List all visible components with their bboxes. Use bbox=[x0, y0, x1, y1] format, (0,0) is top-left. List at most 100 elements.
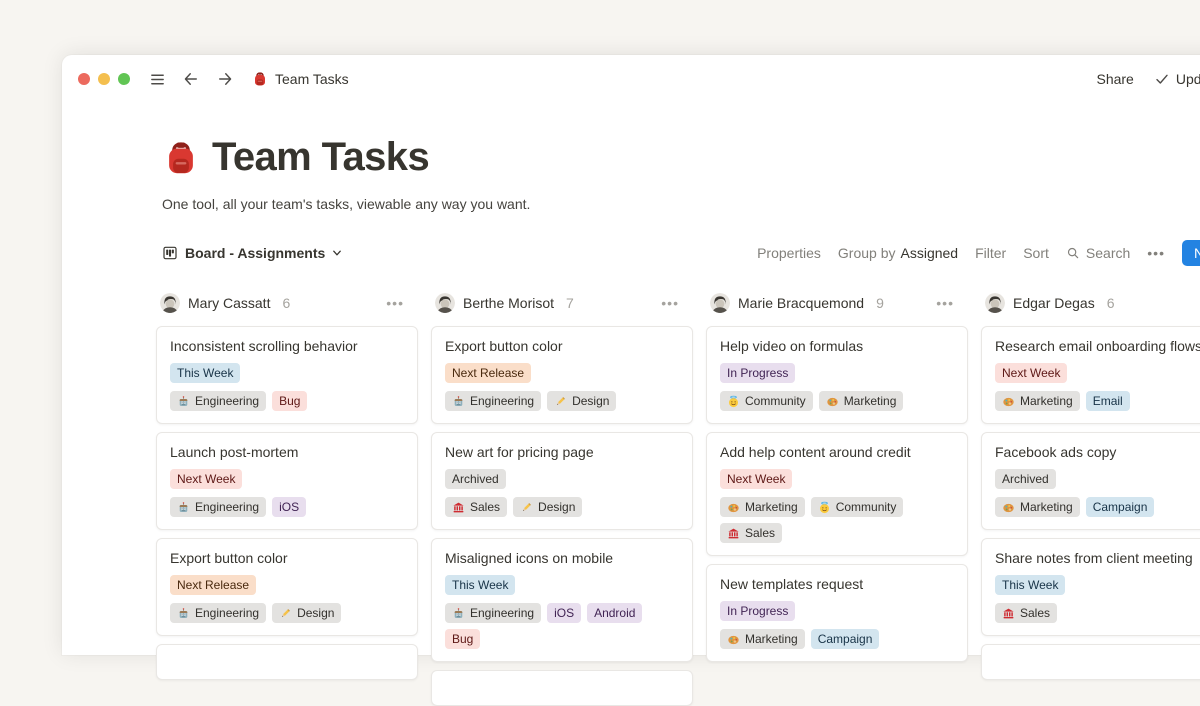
card-title: Share notes from client meeting bbox=[995, 549, 1200, 567]
updates-label: Updates bbox=[1176, 71, 1200, 87]
new-button[interactable]: New bbox=[1182, 240, 1200, 266]
tag-email: Email bbox=[1086, 391, 1130, 411]
robot-icon bbox=[452, 607, 465, 620]
search-button[interactable]: Search bbox=[1066, 245, 1130, 261]
page-header: Team Tasks bbox=[62, 103, 1200, 180]
search-label: Search bbox=[1086, 245, 1130, 261]
card[interactable]: Research email onboarding flowsNext Week… bbox=[981, 326, 1200, 424]
bank-icon bbox=[727, 527, 740, 540]
robot-icon bbox=[177, 607, 190, 620]
status-row: Next Week bbox=[720, 469, 954, 489]
board-column: Mary Cassatt 6 ••• Inconsistent scrollin… bbox=[156, 292, 418, 706]
column-more-button[interactable]: ••• bbox=[386, 295, 404, 311]
card[interactable]: Add help content around creditNext WeekM… bbox=[706, 432, 968, 556]
card-title: New art for pricing page bbox=[445, 443, 679, 461]
palette-icon bbox=[1002, 501, 1015, 514]
column-title: Mary Cassatt bbox=[188, 295, 270, 311]
page-icon backpack-icon[interactable] bbox=[162, 139, 200, 177]
group-by-button[interactable]: Group by Assigned bbox=[838, 245, 958, 261]
robot-icon bbox=[177, 395, 190, 408]
arrow-left-icon bbox=[182, 70, 200, 88]
card-partial[interactable] bbox=[431, 670, 693, 706]
zoom-window-button[interactable] bbox=[118, 73, 130, 85]
back-button[interactable] bbox=[180, 68, 202, 90]
check-icon bbox=[1154, 71, 1170, 87]
minimize-window-button[interactable] bbox=[98, 73, 110, 85]
card-partial[interactable] bbox=[156, 644, 418, 680]
sidebar-menu-button[interactable] bbox=[146, 68, 168, 90]
share-button[interactable]: Share bbox=[1096, 71, 1133, 87]
breadcrumb[interactable]: Team Tasks bbox=[252, 71, 349, 87]
tag-sales: Sales bbox=[445, 497, 507, 517]
status-row: Next Release bbox=[445, 363, 679, 383]
card[interactable]: Export button colorNext ReleaseEngineeri… bbox=[431, 326, 693, 424]
tags-row: MarketingCampaign bbox=[995, 497, 1200, 517]
card[interactable]: Help video on formulasIn ProgressCommuni… bbox=[706, 326, 968, 424]
tags-row: MarketingCampaign bbox=[720, 629, 954, 649]
app-window: Team Tasks Share Updates Team Tasks One … bbox=[62, 55, 1200, 655]
card-title: New templates request bbox=[720, 575, 954, 593]
tag-community: Community bbox=[811, 497, 904, 517]
card-title: Misaligned icons on mobile bbox=[445, 549, 679, 567]
status-tag-in-progress: In Progress bbox=[720, 363, 795, 383]
search-icon bbox=[1066, 246, 1080, 260]
page-subtitle: One tool, all your team's tasks, viewabl… bbox=[62, 180, 1200, 212]
tag-design: Design bbox=[272, 603, 341, 623]
status-row: This Week bbox=[445, 575, 679, 595]
bank-icon bbox=[452, 501, 465, 514]
tag-campaign: Campaign bbox=[1086, 497, 1155, 517]
card[interactable]: Share notes from client meetingThis Week… bbox=[981, 538, 1200, 636]
column-count: 9 bbox=[876, 295, 884, 311]
arrow-right-icon bbox=[216, 70, 234, 88]
more-options-button[interactable]: ••• bbox=[1147, 245, 1165, 261]
close-window-button[interactable] bbox=[78, 73, 90, 85]
card-title: Export button color bbox=[445, 337, 679, 355]
board-view-icon bbox=[162, 245, 178, 261]
card[interactable]: Facebook ads copyArchivedMarketingCampai… bbox=[981, 432, 1200, 530]
card-partial[interactable] bbox=[981, 644, 1200, 680]
status-tag-next-week: Next Week bbox=[720, 469, 792, 489]
tags-row: MarketingCommunitySales bbox=[720, 497, 954, 543]
column-count: 7 bbox=[566, 295, 574, 311]
status-tag-archived: Archived bbox=[445, 469, 506, 489]
palette-icon bbox=[1002, 395, 1015, 408]
status-row: In Progress bbox=[720, 363, 954, 383]
hamburger-icon bbox=[149, 71, 166, 88]
column-header: Edgar Degas 6 ••• bbox=[985, 292, 1200, 314]
status-row: Archived bbox=[995, 469, 1200, 489]
card[interactable]: Launch post-mortemNext WeekEngineeringiO… bbox=[156, 432, 418, 530]
tag-community: Community bbox=[720, 391, 813, 411]
window-controls bbox=[78, 73, 130, 85]
column-count: 6 bbox=[1107, 295, 1115, 311]
status-row: Archived bbox=[445, 469, 679, 489]
filter-button[interactable]: Filter bbox=[975, 245, 1006, 261]
card[interactable]: New art for pricing page Archived SalesDes… bbox=[431, 432, 693, 530]
sort-button[interactable]: Sort bbox=[1023, 245, 1049, 261]
status-tag-next-week: Next Week bbox=[995, 363, 1067, 383]
column-more-button[interactable]: ••• bbox=[936, 295, 954, 311]
status-tag-in-progress: In Progress bbox=[720, 601, 795, 621]
column-title: Edgar Degas bbox=[1013, 295, 1095, 311]
card[interactable]: Misaligned icons on mobile This Week Engin… bbox=[431, 538, 693, 662]
tags-row: SalesDesign bbox=[445, 497, 679, 517]
tag-ios: iOS bbox=[547, 603, 581, 623]
properties-button[interactable]: Properties bbox=[757, 245, 821, 261]
toolbar-actions: Properties Group by Assigned Filter Sort… bbox=[757, 240, 1200, 266]
pencil-icon bbox=[554, 395, 567, 408]
tag-marketing: Marketing bbox=[995, 391, 1080, 411]
forward-button[interactable] bbox=[214, 68, 236, 90]
card[interactable]: Export button colorNext ReleaseEngineeri… bbox=[156, 538, 418, 636]
column-more-button[interactable]: ••• bbox=[661, 295, 679, 311]
tag-campaign: Campaign bbox=[811, 629, 880, 649]
updates-button[interactable]: Updates bbox=[1154, 71, 1200, 87]
edgar-degas-avatar bbox=[985, 293, 1005, 313]
column-controls: ••• bbox=[936, 295, 966, 311]
card[interactable]: Inconsistent scrolling behaviorThis Week… bbox=[156, 326, 418, 424]
status-row: Next Release bbox=[170, 575, 404, 595]
card[interactable]: New templates request In Progress Marketin… bbox=[706, 564, 968, 662]
tag-engineering: Engineering bbox=[445, 603, 541, 623]
palette-icon bbox=[727, 633, 740, 646]
status-tag-archived: Archived bbox=[995, 469, 1056, 489]
view-selector[interactable]: Board - Assignments bbox=[162, 245, 342, 261]
status-row: In Progress bbox=[720, 601, 954, 621]
